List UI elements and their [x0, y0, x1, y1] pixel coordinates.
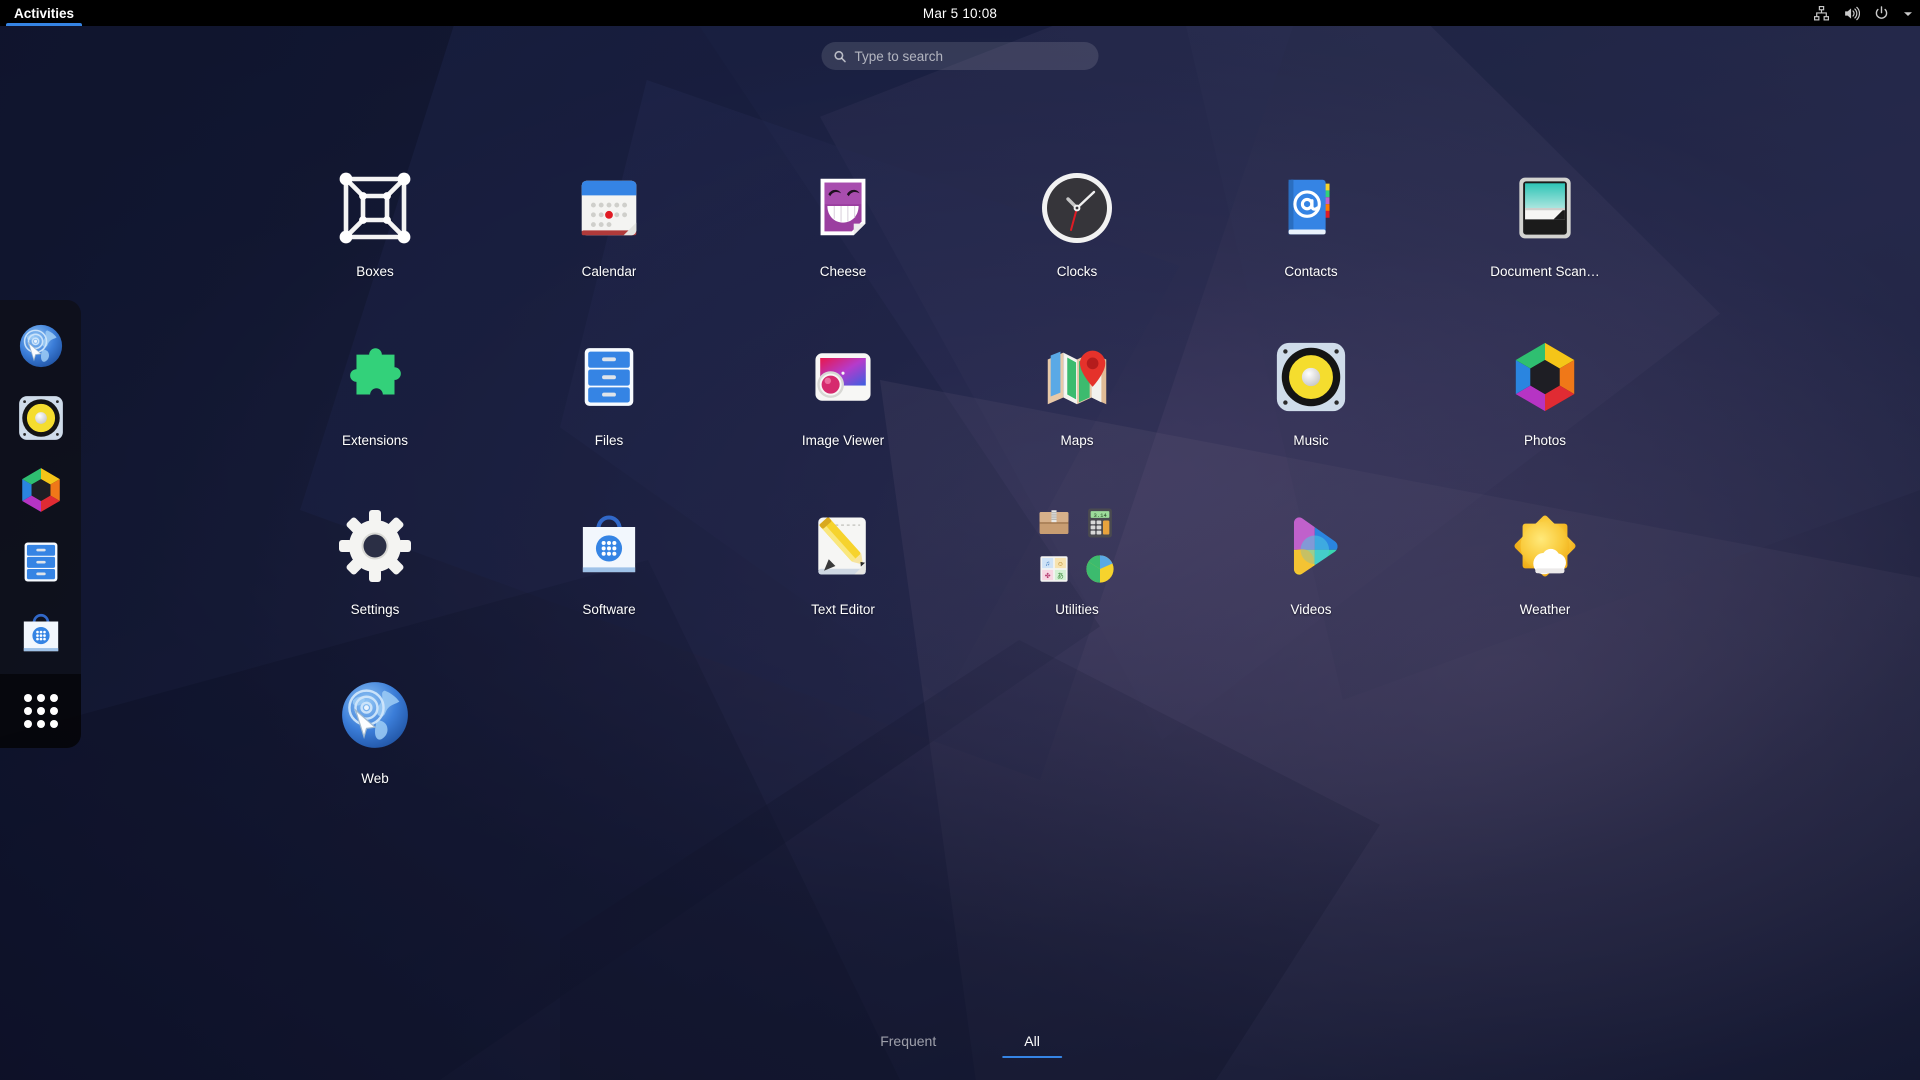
app-item-videos[interactable]: Videos [1194, 488, 1428, 617]
music-icon [1263, 329, 1359, 425]
app-item-clocks[interactable]: Clocks [960, 150, 1194, 279]
svg-text:✤: ✤ [1045, 572, 1051, 580]
document-scanner-icon [1497, 160, 1593, 256]
app-label: Contacts [1284, 264, 1338, 279]
app-label: Videos [1290, 602, 1332, 617]
folder-preview-grid: 3.14 ♫ ☺ ✤ あ [1036, 505, 1118, 587]
calculator-icon: 3.14 [1083, 506, 1117, 540]
search-placeholder-text: Type to search [854, 48, 944, 64]
app-item-software[interactable]: Software [492, 488, 726, 617]
app-item-photos[interactable]: Photos [1428, 319, 1662, 448]
tab-all[interactable]: All [1002, 1029, 1062, 1058]
photos-icon [16, 465, 66, 515]
chevron-down-icon [1903, 9, 1912, 18]
archive-manager-icon [1037, 506, 1071, 540]
tab-frequent[interactable]: Frequent [858, 1029, 958, 1058]
app-label: Settings [350, 602, 400, 617]
app-item-cheese[interactable]: Cheese [726, 150, 960, 279]
web-icon [16, 321, 66, 371]
app-label: Photos [1523, 433, 1567, 448]
files-icon [16, 537, 66, 587]
app-label: Utilities [1055, 602, 1099, 617]
software-icon [16, 609, 66, 659]
clock-datetime[interactable]: Mar 5 10:08 [923, 6, 997, 21]
dock-item-files[interactable] [10, 526, 72, 598]
app-label: Boxes [356, 264, 394, 279]
app-label: Files [594, 433, 624, 448]
svg-text:3.14: 3.14 [1094, 512, 1108, 519]
extensions-icon [327, 329, 423, 425]
app-label: Clocks [1056, 264, 1098, 279]
app-label: Music [1293, 433, 1329, 448]
app-label: Maps [1060, 433, 1094, 448]
volume-icon [1843, 5, 1860, 22]
app-label: Document Scan… [1490, 264, 1600, 279]
app-item-weather[interactable]: Weather [1428, 488, 1662, 617]
image-viewer-icon [795, 329, 891, 425]
dock-item-software[interactable] [10, 598, 72, 670]
boxes-icon [327, 160, 423, 256]
app-item-settings[interactable]: Settings [258, 488, 492, 617]
clock-container: Mar 5 10:08 [0, 0, 1920, 26]
app-label: Calendar [581, 264, 637, 279]
cheese-icon [795, 160, 891, 256]
app-item-document-scanner[interactable]: Document Scan… [1428, 150, 1662, 279]
app-item-boxes[interactable]: Boxes [258, 150, 492, 279]
show-applications-button[interactable] [0, 674, 81, 748]
character-map-icon: ♫ ☺ ✤ あ [1037, 552, 1071, 586]
app-item-contacts[interactable]: Contacts [1194, 150, 1428, 279]
text-editor-icon [795, 498, 891, 594]
app-label: Web [361, 771, 389, 786]
search-input[interactable]: Type to search [821, 42, 1099, 70]
app-item-text-editor[interactable]: Text Editor [726, 488, 960, 617]
videos-icon [1263, 498, 1359, 594]
tab-label: All [1024, 1033, 1040, 1049]
app-item-calendar[interactable]: Calendar [492, 150, 726, 279]
app-label: Cheese [819, 264, 867, 279]
app-item-web[interactable]: Web [258, 657, 492, 786]
music-icon [16, 393, 66, 443]
software-icon [561, 498, 657, 594]
app-item-image-viewer[interactable]: Image Viewer [726, 319, 960, 448]
weather-icon [1497, 498, 1593, 594]
app-item-files[interactable]: Files [492, 319, 726, 448]
application-grid: Boxes Calendar Cheese Clocks Contacts Do… [258, 150, 1662, 786]
top-bar: Activities Mar 5 10:08 [0, 0, 1920, 26]
disk-usage-icon [1083, 552, 1117, 586]
svg-text:♫: ♫ [1045, 561, 1050, 568]
network-wired-icon [1813, 5, 1830, 22]
svg-text:☺: ☺ [1057, 561, 1064, 568]
app-label: Image Viewer [801, 433, 885, 448]
dash-dock [0, 300, 81, 748]
files-icon [561, 329, 657, 425]
calendar-icon [561, 160, 657, 256]
app-item-utilities-folder[interactable]: 3.14 ♫ ☺ ✤ あ Utilities [960, 488, 1194, 617]
activities-label: Activities [14, 5, 75, 21]
power-icon [1873, 5, 1890, 22]
app-item-music[interactable]: Music [1194, 319, 1428, 448]
web-icon [327, 667, 423, 763]
tab-label: Frequent [880, 1033, 937, 1049]
clocks-icon [1029, 160, 1125, 256]
maps-icon [1029, 329, 1125, 425]
system-status-area[interactable] [1813, 0, 1912, 26]
dock-item-web[interactable] [10, 310, 72, 382]
svg-text:あ: あ [1057, 572, 1064, 580]
app-label: Extensions [341, 433, 409, 448]
app-grid-icon [23, 694, 58, 728]
folder-icon: 3.14 ♫ ☺ ✤ あ [1029, 498, 1125, 594]
search-icon [834, 50, 847, 63]
app-item-maps[interactable]: Maps [960, 319, 1194, 448]
app-item-extensions[interactable]: Extensions [258, 319, 492, 448]
contacts-icon [1263, 160, 1359, 256]
dock-item-music[interactable] [10, 382, 72, 454]
activities-button[interactable]: Activities [4, 0, 84, 26]
app-label: Weather [1519, 602, 1571, 617]
view-selector-tabs: Frequent All [858, 1029, 1062, 1058]
photos-icon [1497, 329, 1593, 425]
settings-icon [327, 498, 423, 594]
dock-item-photos[interactable] [10, 454, 72, 526]
app-label: Software [582, 602, 636, 617]
app-label: Text Editor [811, 602, 875, 617]
